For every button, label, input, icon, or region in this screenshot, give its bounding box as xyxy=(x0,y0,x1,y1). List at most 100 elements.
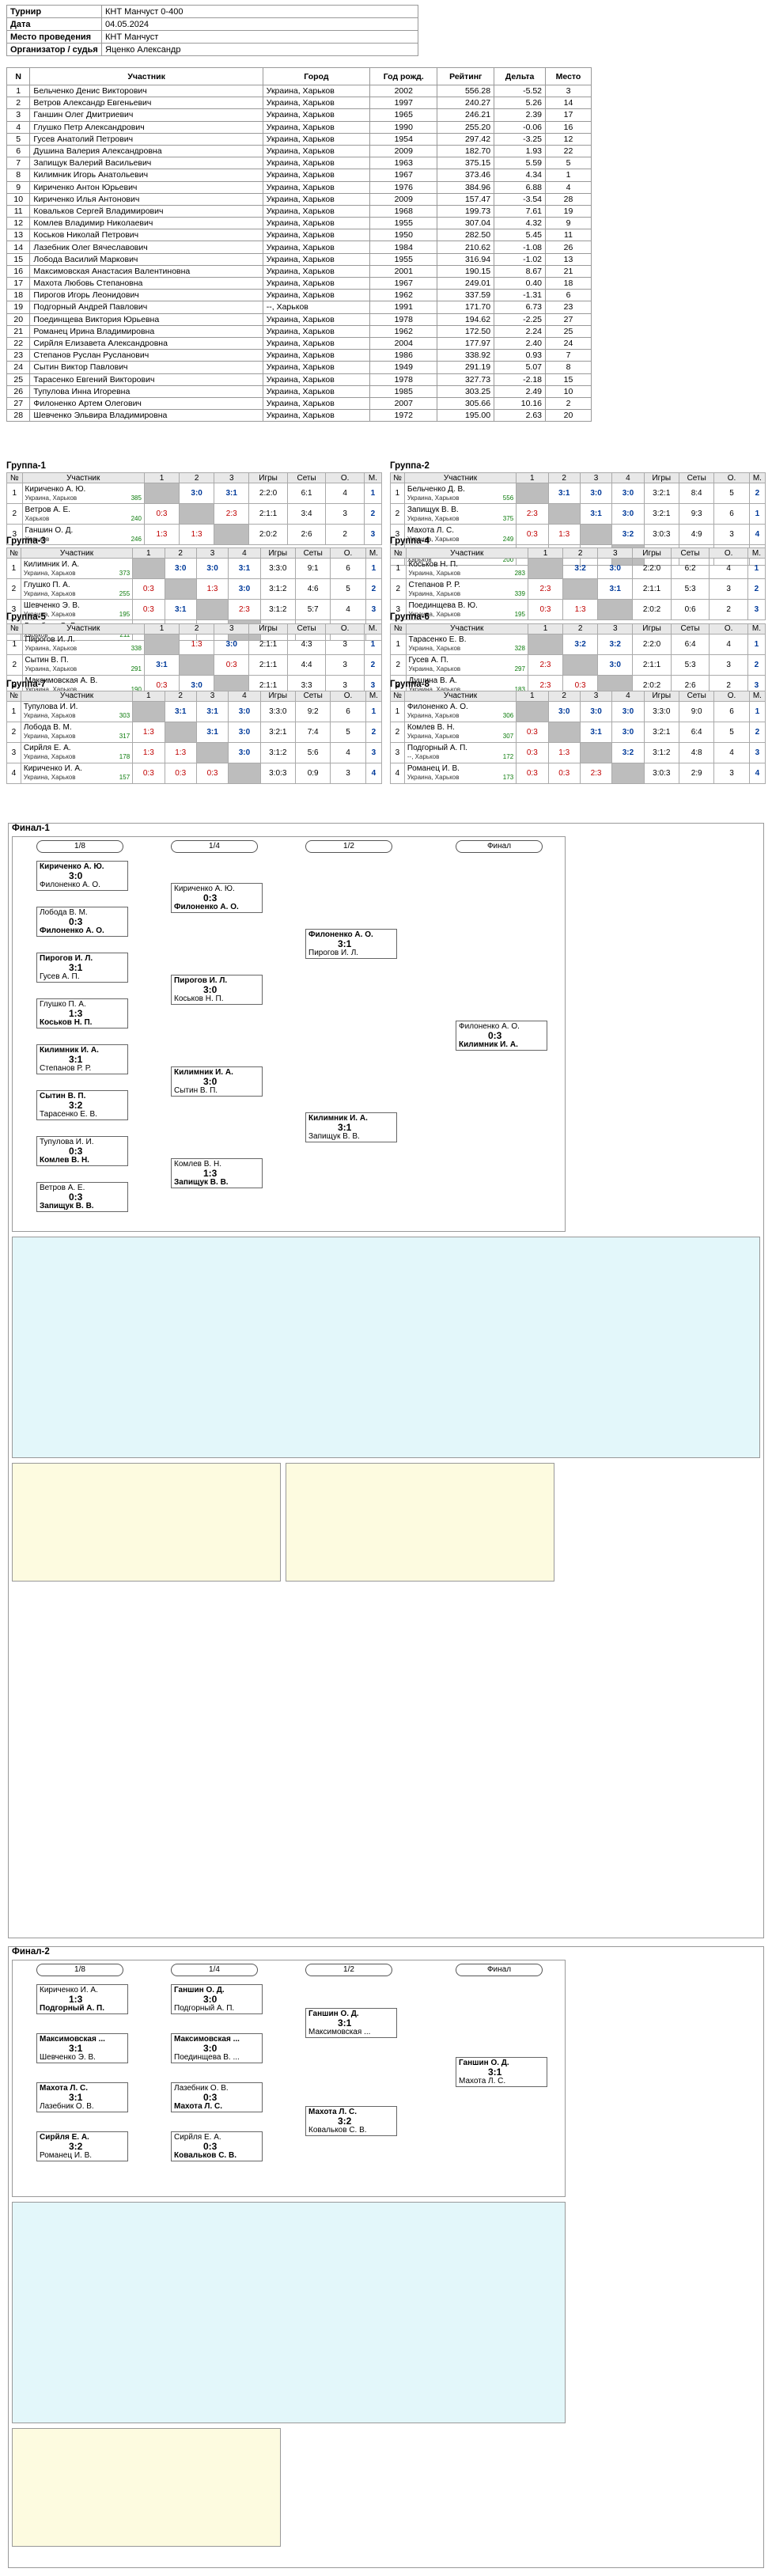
match-card[interactable]: Лобода В. М. 0:3 Филоненко А. О. xyxy=(36,907,128,937)
match-card[interactable]: Килимник И. А. 3:1 Запищук В. В. xyxy=(305,1112,397,1142)
match-card[interactable]: Максимовская ... 3:1 Шевченко Э. В. xyxy=(36,2033,128,2063)
player-name-cell: Запищук В. В. 375 Украина, Харьков xyxy=(403,503,517,525)
match-player-b: Запищук В. В. xyxy=(308,1132,360,1141)
match-card[interactable]: Махота Л. С. 3:1 Лазебник О. В. xyxy=(36,2082,128,2112)
column-header: 3 xyxy=(214,472,250,484)
match-card[interactable]: Ганшин О. Д. 3:1 Махота Л. С. xyxy=(456,2057,547,2087)
group-sets: 5:3 xyxy=(670,578,710,600)
group-games: 3:1:2 xyxy=(643,741,679,763)
table-cell: 17 xyxy=(6,276,31,290)
player-name: Бельченко Д. В. xyxy=(407,484,465,494)
match-card[interactable]: Кириченко А. Ю. 0:3 Филоненко А. О. xyxy=(171,883,263,913)
group-header-row: № Участник 1 2 3 Игры Сеты О. М. xyxy=(390,623,766,635)
group-title: Группа-8 xyxy=(390,679,430,689)
match-card[interactable]: Пирогов И. Л. 3:0 Коськов Н. П. xyxy=(171,975,263,1005)
table-cell: 2.39 xyxy=(494,108,547,122)
table-cell: 337.59 xyxy=(437,289,495,302)
column-header: 3 xyxy=(597,547,634,559)
column-header: Год рожд. xyxy=(369,67,438,85)
player-name-cell: Бельченко Д. В. 556 Украина, Харьков xyxy=(403,483,517,505)
match-card[interactable]: Килимник И. А. 3:0 Сытин В. П. xyxy=(171,1066,263,1097)
table-cell: 6 xyxy=(6,144,31,158)
player-name: Сирйля Е. А. xyxy=(23,744,71,753)
column-header: 4 xyxy=(228,547,261,559)
match-score: 3:0 xyxy=(203,1076,218,1087)
group-sets: 6:4 xyxy=(678,721,715,743)
table-cell: Украина, Харьков xyxy=(262,132,371,146)
group-pl: 1 xyxy=(363,483,383,505)
match-card[interactable]: Сытин В. П. 3:2 Тарасенко Е. В. xyxy=(36,1090,128,1120)
match-card[interactable]: Максимовская ... 3:0 Поединщева В. ... xyxy=(171,2033,263,2063)
table-cell: 1968 xyxy=(369,204,438,218)
match-card[interactable]: Сирйля Е. А. 3:2 Романец И. В. xyxy=(36,2131,128,2161)
table-row: 20 Поединщева Виктория Юрьевна Украина, Ха… xyxy=(6,313,592,326)
match-card[interactable]: Комлев В. Н. 1:3 Запищук В. В. xyxy=(171,1158,263,1188)
table-cell: 4 xyxy=(6,120,31,134)
table-cell: 2.49 xyxy=(494,385,547,398)
table-cell: 19 xyxy=(6,301,31,314)
match-card[interactable]: Филоненко А. О. 3:1 Пирогов И. Л. xyxy=(305,929,397,959)
table-cell: Украина, Харьков xyxy=(262,324,371,338)
match-card[interactable]: Глушко П. А. 1:3 Коськов Н. П. xyxy=(36,998,128,1029)
match-card[interactable]: Тупулова И. И. 0:3 Комлев В. Н. xyxy=(36,1136,128,1166)
table-cell: 1.93 xyxy=(494,144,547,158)
table-cell: 5 xyxy=(545,157,592,170)
column-header: Игры xyxy=(259,690,296,702)
group-pts: 3 xyxy=(325,503,365,525)
player-name: Тарасенко Е. В. xyxy=(408,635,467,645)
match-score: 3:0 xyxy=(69,870,83,881)
table-cell: 246.21 xyxy=(437,108,495,122)
table-row: 25 Тарасенко Евгений Викторович Украина, Х… xyxy=(6,373,592,386)
table-cell: 19 xyxy=(545,204,592,218)
table-cell: 12 xyxy=(6,217,31,230)
match-player-a: Кириченко А. Ю. xyxy=(40,862,104,871)
table-cell: Ковальков Сергей Владимирович xyxy=(29,204,263,218)
bracket-consolation-9-12 xyxy=(12,2428,281,2547)
match-card[interactable]: Ветров А. Е. 0:3 Запищук В. В. xyxy=(36,1182,128,1212)
match-card[interactable]: Лазебник О. В. 0:3 Махота Л. С. xyxy=(171,2082,263,2112)
column-header: 3 xyxy=(195,690,229,702)
group-pl: 1 xyxy=(363,633,383,655)
player-number: 2 xyxy=(6,578,21,600)
column-header: № xyxy=(6,690,21,702)
player-meta: 172 --, Харьков xyxy=(407,752,513,761)
table-cell: Коськов Николай Петрович xyxy=(29,229,263,242)
player-rating: 338 xyxy=(131,645,142,653)
player-rating: 307 xyxy=(502,733,514,741)
player-meta: 317 Украина, Харьков xyxy=(24,732,130,741)
result-cell: 3:1 xyxy=(547,483,581,505)
match-card[interactable]: Махота Л. С. 3:2 Ковальков С. В. xyxy=(305,2106,397,2136)
match-card[interactable]: Ганшин О. Д. 3:0 Подгорный А. П. xyxy=(171,1984,263,2014)
match-card[interactable]: Килимник И. А. 3:1 Степанов Р. Р. xyxy=(36,1044,128,1074)
match-card[interactable]: Сирйля Е. А. 0:3 Ковальков С. В. xyxy=(171,2131,263,2161)
player-name: Кириченко А. Ю. xyxy=(25,484,86,494)
match-card[interactable]: Кириченко И. А. 1:3 Подгорный А. П. xyxy=(36,1984,128,2014)
group-header-row: № Участник 1 2 3 4 Игры Сеты О. М. xyxy=(390,472,766,484)
table-row: 13 Коськов Николай Петрович Украина, Харьк… xyxy=(6,229,592,242)
table-row: 26 Тупулова Инна Игоревна Украина, Харьков… xyxy=(6,385,592,398)
table-cell: 1955 xyxy=(369,217,438,230)
table-cell: 1984 xyxy=(369,241,438,254)
result-cell: 0:3 xyxy=(195,762,229,784)
match-card[interactable]: Филоненко А. О. 0:3 Килимник И. А. xyxy=(456,1021,547,1051)
round-label: 1/2 xyxy=(305,840,392,853)
table-cell: 2 xyxy=(6,97,31,110)
player-meta: 291 Украина, Харьков xyxy=(25,665,142,673)
group-sets: 4:3 xyxy=(286,633,327,655)
result-cell: 3:2 xyxy=(562,558,599,580)
column-header: Сеты xyxy=(678,472,715,484)
column-header: М. xyxy=(747,547,766,559)
match-card[interactable]: Пирогов И. Л. 3:1 Гусев А. П. xyxy=(36,953,128,983)
table-cell: Поединщева Виктория Юрьевна xyxy=(29,313,263,326)
match-score: 0:3 xyxy=(526,768,538,778)
match-card[interactable]: Ганшин О. Д. 3:1 Максимовская ... xyxy=(305,2008,397,2038)
table-cell: 1963 xyxy=(369,157,438,170)
group-games: 3:2:1 xyxy=(259,721,296,743)
column-header: М. xyxy=(365,547,383,559)
result-cell: 3:0 xyxy=(547,700,581,722)
match-score: 3:1 xyxy=(225,489,237,498)
column-header: Город xyxy=(262,67,371,85)
match-card[interactable]: Кириченко А. Ю. 3:0 Филоненко А. О. xyxy=(36,861,128,891)
info-row: Дата 04.05.2024 xyxy=(6,17,418,31)
column-header: Участник xyxy=(403,472,517,484)
